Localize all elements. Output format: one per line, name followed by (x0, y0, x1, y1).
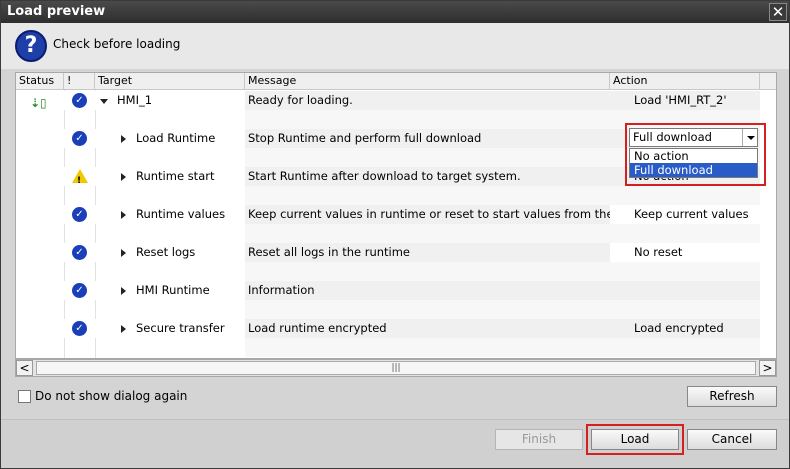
action-cell: No reset (610, 243, 760, 262)
expand-arrow-icon[interactable] (100, 99, 108, 104)
message-cell: Ready for loading. (245, 91, 610, 110)
excl-cell: ✓ (64, 205, 95, 224)
message-cell: Information (245, 281, 610, 300)
target-cell: HMI Runtime (95, 281, 245, 300)
target-cell: Reset logs (95, 243, 245, 262)
action-cell: Keep current values (610, 205, 760, 224)
scroll-thumb[interactable]: ||| (36, 361, 756, 375)
column-excl[interactable]: ! (64, 73, 95, 90)
target-cell: HMI_1 (95, 91, 245, 110)
target-label: Runtime values (136, 207, 226, 221)
message-cell: Keep current values in runtime or reset … (245, 205, 610, 224)
column-action[interactable]: Action (610, 73, 760, 90)
do-not-show-checkbox[interactable] (18, 390, 31, 403)
ok-icon: ✓ (72, 245, 87, 260)
cancel-button[interactable]: Cancel (687, 429, 777, 450)
row-spacer (16, 262, 776, 281)
warning-icon: ! (72, 169, 88, 186)
expand-arrow-icon[interactable] (121, 173, 126, 181)
scroll-left-button[interactable]: < (16, 360, 33, 376)
ok-warning-icon: ✓ (72, 93, 87, 108)
table-row[interactable]: ✓ Reset logs Reset all logs in the runti… (16, 243, 776, 262)
message-cell: Load runtime encrypted (245, 319, 610, 338)
action-cell (610, 281, 760, 300)
title-bar: Load preview ✕ (1, 1, 789, 23)
load-preview-table: Status ! Target Message Action ⇣▯ ✓ HMI_… (15, 72, 777, 359)
excl-cell: ✓ (64, 243, 95, 262)
download-status-icon: ⇣▯ (30, 96, 47, 110)
header-area: ? Check before loading (1, 23, 789, 69)
highlight-box (586, 424, 684, 455)
excl-cell: ✓ (64, 319, 95, 338)
horizontal-scrollbar[interactable]: < ||| > (15, 359, 777, 377)
scroll-right-button[interactable]: > (759, 360, 776, 376)
expand-arrow-icon[interactable] (121, 287, 126, 295)
target-label: HMI Runtime (136, 283, 210, 297)
table-row[interactable]: ✓ Runtime values Keep current values in … (16, 205, 776, 224)
target-cell: Secure transfer (95, 319, 245, 338)
table-row[interactable]: ✓ Secure transfer Load runtime encrypted… (16, 319, 776, 338)
refresh-button[interactable]: Refresh (687, 386, 777, 407)
target-label: Reset logs (136, 245, 196, 259)
excl-cell: ✓ (64, 281, 95, 300)
row-spacer (16, 186, 776, 205)
table-row[interactable]: ⇣▯ ✓ HMI_1 Ready for loading. Load 'HMI_… (16, 91, 776, 110)
table-header: Status ! Target Message Action (16, 73, 776, 90)
row-spacer (16, 338, 776, 357)
row-spacer (16, 300, 776, 319)
target-cell: Runtime start (95, 167, 245, 186)
target-label: HMI_1 (117, 93, 153, 107)
expand-arrow-icon[interactable] (121, 249, 126, 257)
target-label: Load Runtime (136, 131, 216, 145)
excl-cell: ! (64, 167, 95, 186)
message-cell: Stop Runtime and perform full download (245, 129, 610, 148)
ok-icon: ✓ (72, 207, 87, 222)
table-row[interactable]: ✓ HMI Runtime Information (16, 281, 776, 300)
column-message[interactable]: Message (245, 73, 610, 90)
excl-cell: ✓ (64, 129, 95, 148)
ok-icon: ✓ (72, 283, 87, 298)
highlight-box (625, 123, 766, 186)
finish-button[interactable]: Finish (495, 429, 583, 450)
load-preview-dialog: Load preview ✕ ? Check before loading St… (0, 0, 790, 469)
header-text: Check before loading (53, 37, 181, 51)
excl-cell: ✓ (64, 91, 95, 110)
status-cell: ⇣▯ (16, 91, 64, 110)
row-spacer (16, 224, 776, 243)
window-title: Load preview (7, 4, 106, 19)
target-cell: Load Runtime (95, 129, 245, 148)
message-cell: Reset all logs in the runtime (245, 243, 610, 262)
column-target[interactable]: Target (95, 73, 245, 90)
column-status[interactable]: Status (16, 73, 64, 90)
close-button[interactable]: ✕ (769, 3, 787, 21)
expand-arrow-icon[interactable] (121, 325, 126, 333)
checkbox-label[interactable]: Do not show dialog again (35, 389, 187, 403)
expand-arrow-icon[interactable] (121, 135, 126, 143)
expand-arrow-icon[interactable] (121, 211, 126, 219)
target-label: Secure transfer (136, 321, 225, 335)
action-cell: Load encrypted (610, 319, 760, 338)
target-cell: Runtime values (95, 205, 245, 224)
message-cell: Start Runtime after download to target s… (245, 167, 610, 186)
ok-icon: ✓ (72, 321, 87, 336)
action-cell: Load 'HMI_RT_2' (610, 91, 760, 110)
ok-icon: ✓ (72, 131, 87, 146)
question-icon: ? (15, 30, 47, 62)
target-label: Runtime start (136, 169, 215, 183)
